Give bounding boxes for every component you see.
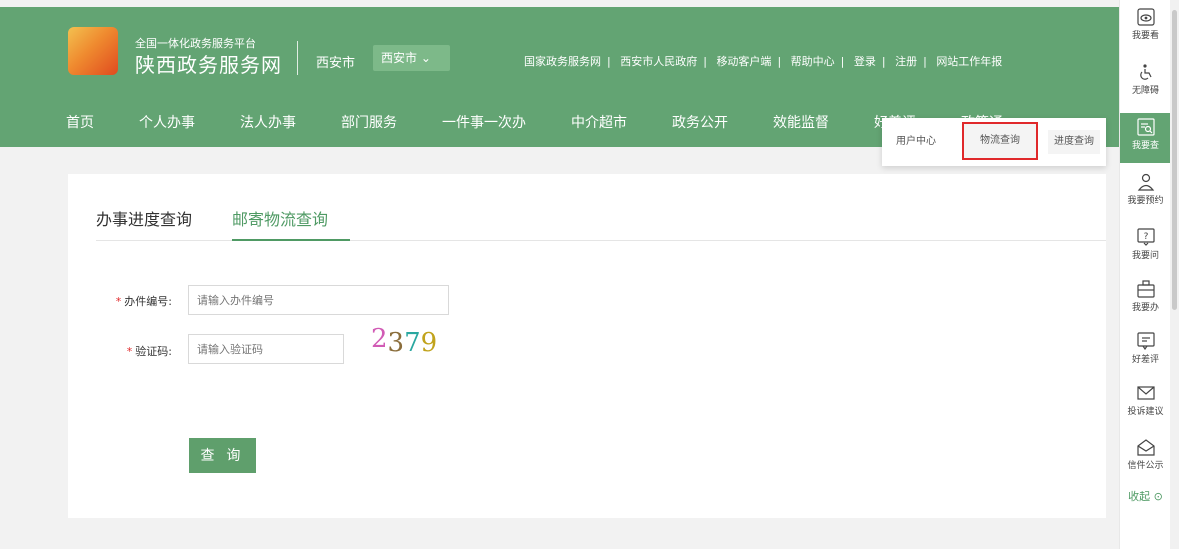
brand-divider bbox=[297, 41, 298, 75]
nav-item-agency-market[interactable]: 中介超市 bbox=[571, 112, 627, 132]
required-mark: * bbox=[126, 345, 133, 358]
nav-item-personal[interactable]: 个人办事 bbox=[139, 112, 195, 132]
nav-item-gov-open[interactable]: 政务公开 bbox=[672, 112, 728, 132]
sidebar-item-ask[interactable]: ? 我要问 bbox=[1120, 228, 1171, 261]
top-link[interactable]: 帮助中心 bbox=[791, 55, 835, 68]
sidebar-label: 我要问 bbox=[1131, 251, 1159, 261]
mail-icon bbox=[1136, 386, 1155, 400]
query-submit-button[interactable]: 查 询 bbox=[189, 438, 256, 473]
dropdown-logistics-query[interactable]: 物流查询 bbox=[962, 122, 1038, 160]
scrollbar-thumb[interactable] bbox=[1172, 10, 1177, 310]
site-logo[interactable] bbox=[68, 27, 118, 75]
sidebar-label: 我要看 bbox=[1131, 31, 1159, 41]
city-label: 西安市 bbox=[316, 56, 356, 71]
nav-item-one-thing[interactable]: 一件事一次办 bbox=[442, 112, 526, 132]
query-card: 办事进度查询 邮寄物流查询 *办件编号: *验证码: 2379 查 询 bbox=[68, 174, 1106, 518]
nav-item-corporate[interactable]: 法人办事 bbox=[240, 112, 296, 132]
nav-item-department[interactable]: 部门服务 bbox=[341, 112, 397, 132]
eye-icon bbox=[1136, 8, 1155, 26]
open-mail-icon bbox=[1136, 439, 1155, 456]
required-mark: * bbox=[115, 295, 122, 308]
dropdown-progress-query[interactable]: 进度查询 bbox=[1048, 130, 1100, 154]
brand-title[interactable]: 陕西政务服务网 bbox=[135, 49, 282, 78]
sidebar-item-complaint[interactable]: 投诉建议 bbox=[1120, 384, 1171, 417]
sidebar-item-watch[interactable]: 我要看 bbox=[1120, 8, 1171, 41]
dropdown-user-center[interactable]: 用户中心 bbox=[888, 130, 944, 154]
captcha-image[interactable]: 2379 bbox=[371, 324, 437, 358]
case-number-input[interactable] bbox=[188, 285, 449, 315]
sidebar-item-handle[interactable]: 我要办 bbox=[1120, 280, 1171, 313]
tab-logistics-query[interactable]: 邮寄物流查询 bbox=[232, 208, 350, 241]
sidebar-label: 无障碍 bbox=[1131, 86, 1159, 96]
sidebar-label: 好差评 bbox=[1131, 355, 1159, 365]
sidebar-collapse-button[interactable]: 收起 ⊙ bbox=[1120, 488, 1171, 504]
question-icon: ? bbox=[1136, 228, 1155, 246]
sidebar-label: 投诉建议 bbox=[1127, 407, 1164, 417]
login-link[interactable]: 登录 bbox=[854, 55, 876, 68]
sidebar-item-query[interactable]: 我要查 bbox=[1120, 113, 1171, 163]
query-dropdown: 用户中心 物流查询 进度查询 bbox=[882, 118, 1106, 166]
right-sidebar: 我要看 无障碍 我要查 我要预约 ? 我要问 我要办 好差评 投诉建议 信件公示… bbox=[1119, 0, 1171, 549]
accessibility-icon bbox=[1139, 64, 1152, 80]
sidebar-item-rating[interactable]: 好差评 bbox=[1120, 332, 1171, 365]
top-link[interactable]: 国家政务服务网 bbox=[524, 55, 601, 68]
nav-item-home[interactable]: 首页 bbox=[66, 112, 94, 132]
sidebar-item-accessibility[interactable]: 无障碍 bbox=[1120, 63, 1171, 96]
register-link[interactable]: 注册 bbox=[895, 55, 917, 68]
sidebar-item-appointment[interactable]: 我要预约 bbox=[1120, 173, 1171, 206]
city-select[interactable]: 西安市 ⌄ bbox=[373, 45, 450, 71]
search-doc-icon bbox=[1136, 118, 1155, 136]
captcha-label: * 验证码: bbox=[126, 345, 172, 358]
sidebar-label: 我要预约 bbox=[1127, 196, 1164, 206]
sidebar-label: 我要办 bbox=[1131, 303, 1159, 313]
top-link[interactable]: 网站工作年报 bbox=[936, 55, 1002, 68]
top-link[interactable]: 移动客户端 bbox=[716, 55, 771, 68]
person-icon bbox=[1137, 173, 1154, 191]
svg-text:?: ? bbox=[1143, 232, 1148, 242]
case-number-label: * 办件编号: bbox=[115, 295, 172, 308]
sidebar-label: 信件公示 bbox=[1127, 461, 1164, 471]
sidebar-label: 我要查 bbox=[1131, 141, 1159, 151]
tab-progress-query[interactable]: 办事进度查询 bbox=[96, 208, 192, 241]
sidebar-item-letters[interactable]: 信件公示 bbox=[1120, 438, 1171, 471]
comment-icon bbox=[1136, 332, 1155, 350]
top-link[interactable]: 西安市人民政府 bbox=[620, 55, 697, 68]
query-tabs: 办事进度查询 邮寄物流查询 bbox=[96, 208, 1106, 241]
page-scrollbar[interactable] bbox=[1170, 0, 1179, 549]
briefcase-icon bbox=[1136, 280, 1155, 298]
captcha-input[interactable] bbox=[188, 334, 344, 364]
nav-item-efficiency[interactable]: 效能监督 bbox=[773, 112, 829, 132]
top-links: 国家政务服务网 | 西安市人民政府 | 移动客户端 | 帮助中心 | 登录 | 注册 | 网… bbox=[524, 55, 1003, 68]
